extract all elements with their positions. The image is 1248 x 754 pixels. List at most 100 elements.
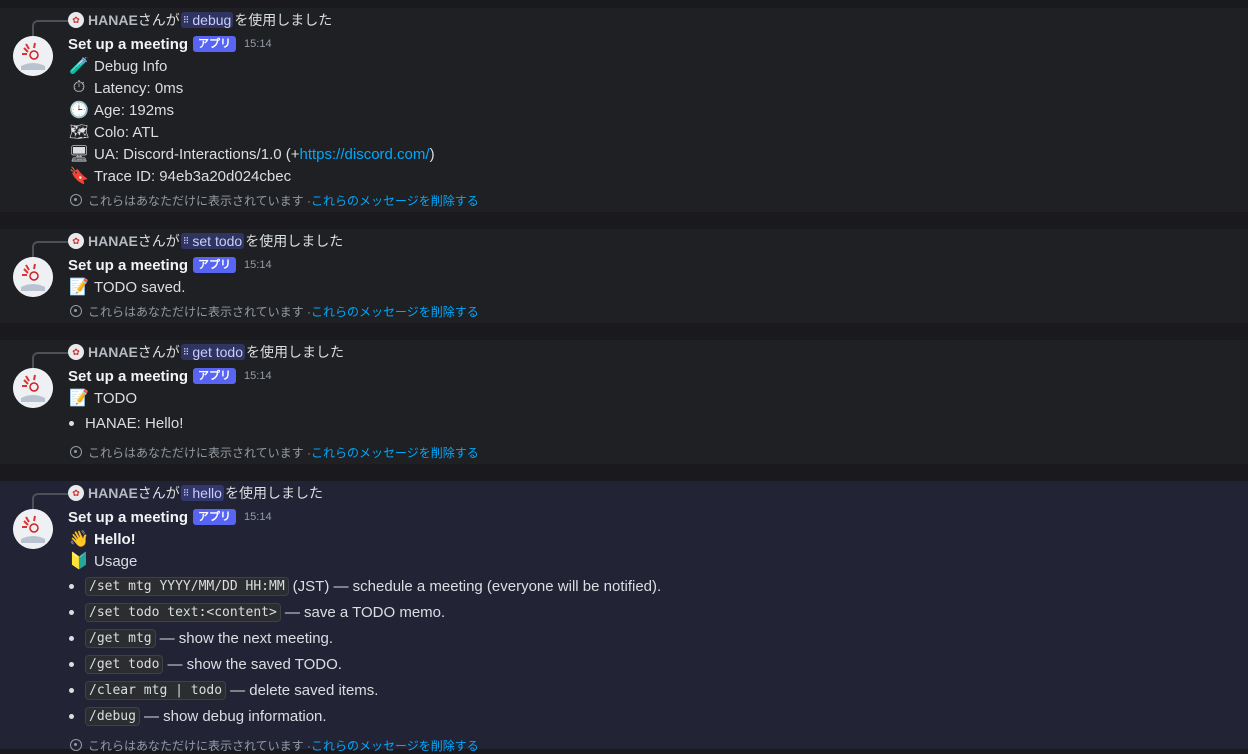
command-name: get todo: [192, 344, 243, 360]
colo-line: 🗺 Colo: ATL: [68, 121, 159, 143]
colo-text: Colo: ATL: [94, 123, 159, 141]
timestamp[interactable]: 15:14: [244, 38, 272, 50]
ephemeral-notice: これらはあなただけに表示されています · これらのメッセージを削除する: [68, 302, 479, 320]
stopwatch-icon: ⏱: [72, 79, 86, 96]
message-debug: ✿ HANAE さんが ⠿ debug を使用しました Set up a meet…: [0, 8, 1248, 212]
bot-avatar[interactable]: [13, 36, 53, 76]
usage-description: (JST) — schedule a meeting (everyone wil…: [292, 577, 662, 595]
bullet-dot: [69, 420, 74, 426]
bot-avatar[interactable]: [13, 509, 53, 549]
todo-title: TODO: [94, 389, 138, 407]
ua-link[interactable]: https://discord.com/: [300, 146, 430, 163]
usage-item: /get todo — show the saved TODO.: [68, 652, 342, 676]
app-command-icon: ⠿: [182, 487, 190, 498]
reply-username[interactable]: HANAE: [88, 233, 138, 249]
app-badge: アプリ: [193, 368, 237, 384]
timestamp[interactable]: 15:14: [244, 259, 272, 271]
bullet-dot: [69, 583, 74, 589]
latency-text: Latency: 0ms: [94, 79, 184, 97]
command-name: set todo: [192, 233, 243, 249]
delete-messages-link[interactable]: これらのメッセージを削除する: [311, 737, 479, 754]
reply-spine: [32, 20, 68, 36]
usage-item: /debug — show debug information.: [68, 704, 327, 728]
timestamp[interactable]: 15:14: [244, 370, 272, 382]
message-set-todo: ✿ HANAE さんが ⠿ set todo を使用しました Set up a m…: [0, 229, 1248, 323]
usage-line: 🔰 Usage: [68, 550, 137, 572]
command-name: debug: [192, 12, 232, 28]
message-header: Set up a meeting アプリ 15:14: [68, 254, 272, 276]
reply-context[interactable]: ✿ HANAE さんが ⠿ set todo を使用しました: [68, 231, 343, 251]
reply-username[interactable]: HANAE: [88, 485, 138, 501]
ephemeral-text: これらはあなただけに表示されています ·: [88, 738, 311, 753]
ephemeral-notice: これらはあなただけに表示されています · これらのメッセージを削除する: [68, 443, 479, 461]
ephemeral-text: これらはあなただけに表示されています ·: [88, 304, 311, 319]
reply-username[interactable]: HANAE: [88, 344, 138, 360]
message-header: Set up a meeting アプリ 15:14: [68, 365, 272, 387]
reply-mid: さんが: [137, 485, 180, 501]
message-header: Set up a meeting アプリ 15:14: [68, 506, 272, 528]
reply-suffix: を使用しました: [224, 485, 323, 501]
debug-title: Debug Info: [94, 57, 168, 75]
ephemeral-notice: これらはあなただけに表示されています · これらのメッセージを削除する: [68, 191, 479, 209]
reply-avatar: ✿: [68, 485, 84, 501]
todo-saved-line: 📝 TODO saved.: [68, 276, 185, 298]
reply-suffix: を使用しました: [234, 12, 333, 28]
app-command-icon: ⠿: [182, 346, 190, 357]
timestamp[interactable]: 15:14: [244, 511, 272, 523]
usage-description: — save a TODO memo.: [284, 603, 446, 621]
reply-username[interactable]: HANAE: [88, 12, 138, 28]
eye-icon: [70, 305, 82, 317]
todo-saved-text: TODO saved.: [94, 278, 186, 296]
list-item: HANAE: Hello!: [68, 411, 183, 435]
author-name[interactable]: Set up a meeting: [68, 368, 188, 385]
usage-description: — show debug information.: [143, 707, 327, 725]
usage-description: — delete saved items.: [230, 681, 379, 699]
reply-context[interactable]: ✿ HANAE さんが ⠿ get todo を使用しました: [68, 342, 344, 362]
ua-suffix: ): [429, 145, 435, 163]
command-mention[interactable]: ⠿ hello: [180, 485, 224, 501]
todo-title-line: 📝 TODO: [68, 387, 137, 409]
latency-line: ⏱ Latency: 0ms: [68, 77, 183, 99]
reply-suffix: を使用しました: [245, 233, 344, 249]
command-code: /get mtg: [85, 628, 156, 648]
usage-text: Usage: [94, 552, 138, 570]
bot-avatar[interactable]: [13, 257, 53, 297]
bullet-dot: [69, 661, 74, 667]
reply-suffix: を使用しました: [245, 344, 344, 360]
author-name[interactable]: Set up a meeting: [68, 257, 188, 274]
app-command-icon: ⠿: [182, 235, 190, 246]
eye-icon: [70, 194, 82, 206]
command-code: /set mtg YYYY/MM/DD HH:MM: [85, 576, 289, 596]
reply-context[interactable]: ✿ HANAE さんが ⠿ debug を使用しました: [68, 10, 332, 30]
trace-line: 🔖 Trace ID: 94eb3a20d024cbec: [68, 165, 291, 187]
command-mention[interactable]: ⠿ set todo: [180, 233, 245, 249]
eye-icon: [70, 739, 82, 751]
memo-icon: 📝: [69, 279, 89, 296]
world-map-icon: 🗺: [68, 124, 90, 141]
usage-description: — show the next meeting.: [159, 629, 334, 647]
reply-context[interactable]: ✿ HANAE さんが ⠿ hello を使用しました: [68, 483, 323, 503]
command-mention[interactable]: ⠿ debug: [180, 12, 234, 28]
app-badge: アプリ: [193, 509, 237, 525]
ua-line: 🖥 UA: Discord-Interactions/1.0 (+ https://…: [68, 143, 435, 165]
command-code: /clear mtg | todo: [85, 680, 227, 700]
app-badge: アプリ: [193, 36, 237, 52]
ephemeral-notice: これらはあなただけに表示されています · これらのメッセージを削除する: [68, 736, 479, 754]
debug-title-line: 🧪 Debug Info: [68, 55, 167, 77]
hello-line: 👋 Hello!: [68, 528, 136, 550]
delete-messages-link[interactable]: これらのメッセージを削除する: [311, 192, 479, 209]
app-command-icon: ⠿: [182, 14, 190, 25]
delete-messages-link[interactable]: これらのメッセージを削除する: [311, 303, 479, 320]
ua-prefix: UA: Discord-Interactions/1.0 (+: [94, 145, 300, 163]
clock-icon: 🕒: [69, 102, 89, 119]
bot-avatar[interactable]: [13, 368, 53, 408]
author-name[interactable]: Set up a meeting: [68, 36, 188, 53]
author-name[interactable]: Set up a meeting: [68, 509, 188, 526]
message-hello: ✿ HANAE さんが ⠿ hello を使用しました Set up a meet…: [0, 481, 1248, 753]
usage-item: /clear mtg | todo — delete saved items.: [68, 678, 378, 702]
usage-item: /set todo text:<content> — save a TODO m…: [68, 600, 445, 624]
command-mention[interactable]: ⠿ get todo: [180, 344, 245, 360]
reply-spine: [32, 493, 68, 509]
eye-icon: [70, 446, 82, 458]
delete-messages-link[interactable]: これらのメッセージを削除する: [311, 444, 479, 461]
